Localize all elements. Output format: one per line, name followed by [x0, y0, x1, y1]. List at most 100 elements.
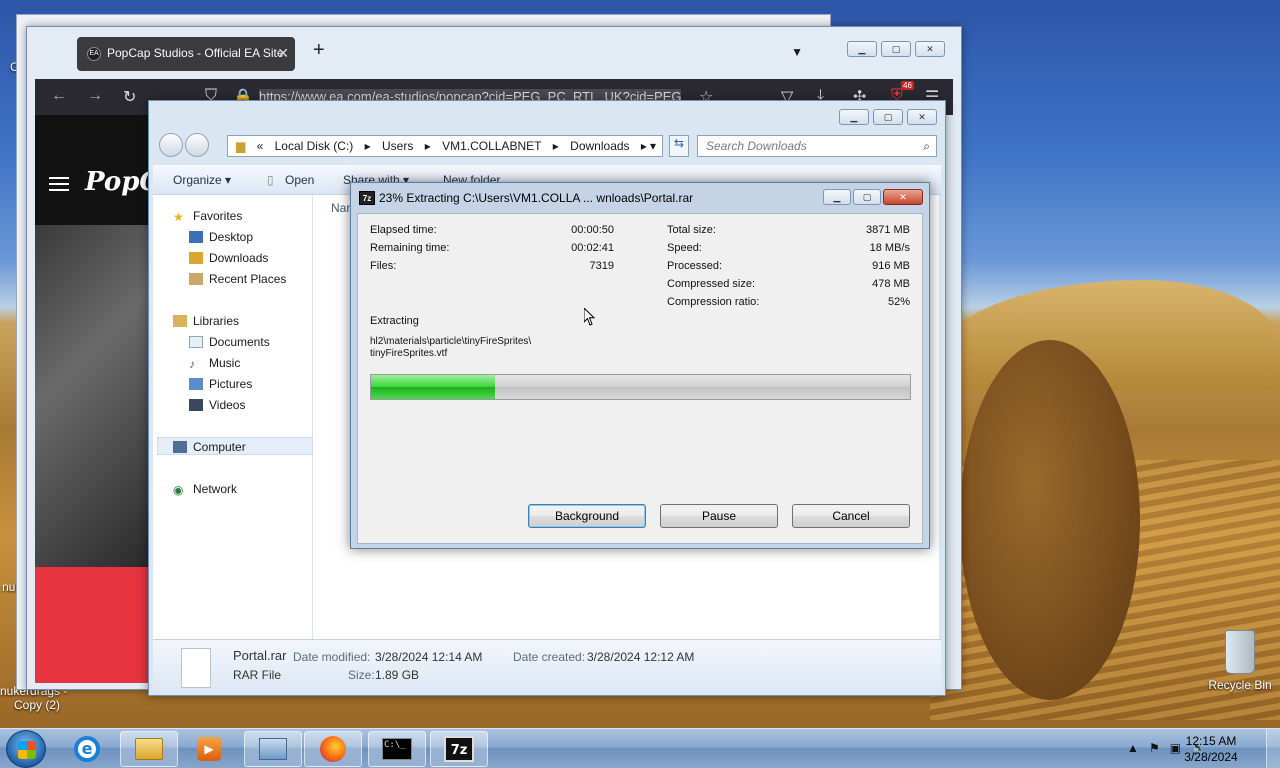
breadcrumb-separator-icon[interactable]: ▸ [425, 139, 431, 153]
breadcrumb-local-disk[interactable]: Local Disk (C:) [275, 139, 354, 153]
forward-button[interactable] [185, 133, 209, 157]
nav-computer[interactable]: Computer [173, 440, 246, 454]
start-button[interactable] [6, 730, 46, 768]
minimize-icon[interactable]: ▁ [839, 109, 869, 125]
close-icon[interactable]: ✕ [915, 41, 945, 57]
nav-pictures[interactable]: Pictures [189, 377, 252, 391]
sevenzip-icon: 7z [359, 191, 375, 205]
nav-videos[interactable]: Videos [189, 398, 245, 412]
search-icon[interactable]: ⌕ [923, 139, 930, 154]
nav-music[interactable]: ♪ Music [189, 356, 240, 371]
show-hidden-icons-icon[interactable]: ▲ [1127, 741, 1139, 755]
maximize-icon[interactable]: ▢ [853, 189, 881, 205]
show-desktop-button[interactable] [1266, 729, 1280, 768]
minimize-icon[interactable]: ▁ [847, 41, 877, 57]
taskbar-ie[interactable]: e [58, 731, 116, 767]
compressed-size-label: Compressed size: [667, 278, 756, 290]
browser-tab-popcap[interactable]: EA PopCap Studios - Official EA Site ✕ [77, 37, 295, 71]
taskbar-firefox[interactable] [304, 731, 362, 767]
current-file-name: tinyFireSprites.vtf [370, 348, 448, 359]
cancel-button[interactable]: Cancel [792, 504, 910, 528]
refresh-icon[interactable]: ⇆ [669, 135, 689, 157]
taskbar-7zip[interactable]: 7z [430, 731, 488, 767]
compression-ratio-value: 52% [887, 296, 910, 308]
background-button[interactable]: Background [528, 504, 646, 528]
action-center-flag-icon[interactable]: ⚑ [1149, 741, 1160, 755]
nav-network[interactable]: ◉ Network [173, 482, 238, 497]
nav-desktop[interactable]: Desktop [189, 230, 253, 244]
total-size-label: Total size: [667, 224, 716, 236]
current-file-path: hl2\materials\particle\tinyFireSprites\ [370, 336, 532, 347]
pause-button[interactable]: Pause [660, 504, 778, 528]
nav-label: Libraries [193, 314, 240, 328]
breadcrumb-downloads[interactable]: Downloads [570, 139, 629, 153]
nav-downloads[interactable]: Downloads [189, 251, 268, 265]
system-clock[interactable]: 12:15 AM 3/28/2024 [1176, 733, 1246, 765]
new-tab-button[interactable]: + [313, 39, 325, 62]
file-icon: ▯ [267, 173, 274, 187]
address-dropdown-icon[interactable]: ▾ [650, 139, 656, 153]
nav-recent-places[interactable]: Recent Places [189, 272, 286, 286]
details-label: Size: [348, 668, 375, 682]
recycle-bin-icon [1225, 630, 1255, 674]
browser-window-controls: ▁ ▢ ✕ [847, 41, 945, 57]
downloads-folder-icon [189, 252, 203, 264]
close-icon[interactable]: ✕ [883, 189, 923, 205]
desktop-icon [189, 231, 203, 243]
tab-close-icon[interactable]: ✕ [277, 45, 289, 62]
mouse-cursor-icon [584, 308, 596, 326]
hero-image [35, 225, 149, 567]
tab-strip: EA PopCap Studios - Official EA Site ✕ +… [35, 35, 953, 73]
address-bar[interactable]: ▆ « Local Disk (C:) ▸ Users ▸ VM1.COLLAB… [227, 135, 663, 157]
dialog-body: Elapsed time: 00:00:50 Remaining time: 0… [357, 213, 923, 544]
recycle-bin-label: Recycle Bin [1208, 678, 1272, 692]
recycle-bin[interactable]: Recycle Bin [1205, 630, 1275, 692]
list-all-tabs-icon[interactable]: ▼ [791, 45, 803, 59]
popcap-logo[interactable]: PopCap [85, 167, 149, 197]
breadcrumb-separator-icon[interactable]: ▸ [641, 139, 647, 153]
maximize-icon[interactable]: ▢ [873, 109, 903, 125]
details-pane: Portal.rar RAR File Date modified: 3/28/… [153, 639, 941, 693]
web-page-content: PopCap [35, 115, 149, 683]
remote-desktop-icon [259, 738, 287, 760]
back-arrow-icon[interactable]: ← [51, 87, 67, 105]
ublock-badge: 46 [901, 81, 914, 90]
name-column-header[interactable]: Nar [331, 201, 350, 215]
libraries-icon [173, 315, 187, 327]
open-button[interactable]: Open [285, 173, 314, 187]
speed-label: Speed: [667, 242, 702, 254]
breadcrumb-user[interactable]: VM1.COLLABNET [442, 139, 541, 153]
minimize-icon[interactable]: ▁ [823, 189, 851, 205]
breadcrumb-separator-icon[interactable]: ▸ [365, 139, 371, 153]
taskbar-explorer[interactable] [120, 731, 178, 767]
maximize-icon[interactable]: ▢ [881, 41, 911, 57]
details-label: Date created: [513, 650, 586, 664]
hamburger-menu-icon[interactable] [49, 177, 69, 191]
forward-arrow-icon[interactable]: → [87, 87, 103, 105]
nav-libraries[interactable]: Libraries [173, 314, 239, 328]
breadcrumb-overflow[interactable]: « [257, 139, 264, 153]
taskbar-cmd[interactable]: C:\_ [368, 731, 426, 767]
documents-icon [189, 336, 203, 348]
nav-label: Pictures [209, 377, 253, 391]
back-button[interactable] [159, 133, 183, 157]
explorer-nav-buttons [159, 133, 211, 160]
nav-favorites[interactable]: ★ Favorites [173, 209, 242, 224]
search-input[interactable]: Search Downloads ⌕ [697, 135, 937, 157]
tab-title: PopCap Studios - Official EA Site [107, 46, 284, 60]
breadcrumb-users[interactable]: Users [382, 139, 413, 153]
taskbar-remote-desktop[interactable] [244, 731, 302, 767]
breadcrumb-separator-icon[interactable]: ▸ [553, 139, 559, 153]
details-file-type: RAR File [233, 668, 282, 682]
processed-label: Processed: [667, 260, 723, 272]
taskbar-media-player[interactable]: ▶ [180, 731, 238, 767]
command-prompt-icon: C:\_ [382, 738, 412, 760]
close-icon[interactable]: ✕ [907, 109, 937, 125]
organize-button[interactable]: Organize ▾ [173, 173, 231, 187]
videos-icon [189, 399, 203, 411]
nav-label: Network [193, 482, 238, 496]
nav-documents[interactable]: Documents [189, 335, 270, 349]
progress-fill [371, 375, 495, 399]
nav-label: Desktop [209, 230, 254, 244]
reload-icon[interactable]: ↻ [123, 87, 136, 107]
